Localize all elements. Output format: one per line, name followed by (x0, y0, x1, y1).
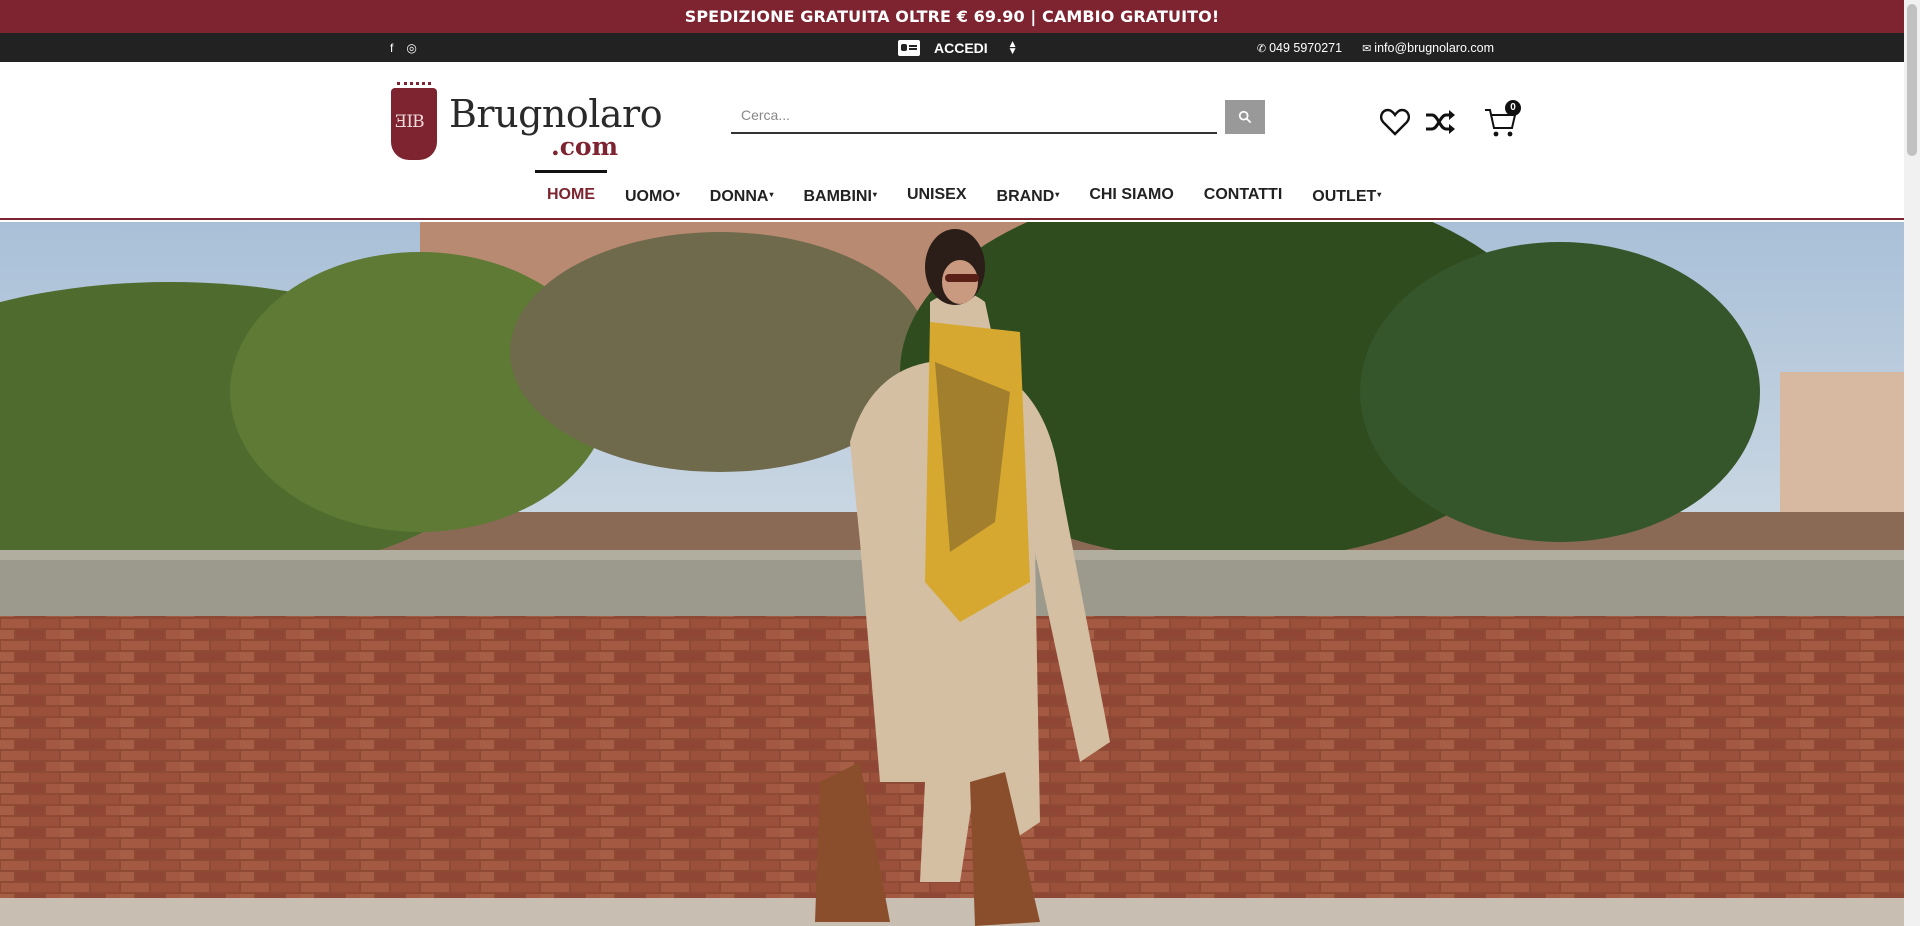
search-button[interactable] (1225, 100, 1265, 134)
hero-photo (0, 222, 1904, 926)
scrollbar-thumb[interactable] (1907, 4, 1917, 156)
brand-logo[interactable]: Brugnolaro .com (391, 82, 663, 162)
hero-image[interactable] (0, 222, 1904, 926)
nav-item-unisex[interactable]: UNISEX (895, 170, 979, 220)
nav-item-brand[interactable]: BRAND▾ (985, 170, 1072, 220)
nav-item-home[interactable]: HOME (535, 170, 607, 220)
nav-label: HOME (547, 186, 595, 203)
search-bar (731, 100, 1217, 134)
caret-down-icon: ▾ (769, 190, 774, 199)
facebook-icon[interactable]: f (390, 41, 393, 55)
caret-down-icon: ▾ (1377, 190, 1382, 199)
login-label[interactable]: ACCEDI (934, 40, 988, 56)
sort-arrows-icon: ▲ ▼ (1007, 38, 1018, 57)
caret-down-icon: ▾ (1055, 190, 1060, 199)
nav-label: UOMO (625, 188, 675, 205)
caret-down-icon: ▾ (872, 190, 877, 199)
shuffle-icon[interactable] (1424, 108, 1456, 136)
nav-item-bambini[interactable]: BAMBINI▾ (791, 170, 888, 220)
email-contact[interactable]: ✉ info@brugnolaro.com (1362, 41, 1494, 55)
nav-label: BAMBINI (803, 188, 872, 205)
phone-contact[interactable]: ✆ 049 5970271 (1257, 41, 1342, 55)
main-nav: HOME UOMO▾ DONNA▾ BAMBINI▾ UNISEX BRAND▾… (535, 170, 1399, 220)
cart-button[interactable]: 0 (1484, 100, 1521, 138)
promo-banner: SPEDIZIONE GRATUITA OLTRE € 69.90 | CAMB… (0, 0, 1904, 33)
header-actions: 0 (1380, 100, 1521, 138)
nav-label: CONTATTI (1203, 186, 1283, 203)
nav-item-chi-siamo[interactable]: CHI SIAMO (1077, 170, 1185, 220)
nav-label: UNISEX (906, 186, 967, 203)
cart-count-badge: 0 (1505, 100, 1521, 116)
logo-name: Brugnolaro (449, 92, 663, 136)
top-bar: f ◎ ACCEDI ▲ ▼ ✆ 049 5970271 ✉ info@brugnol… (0, 33, 1904, 62)
login-toggle[interactable]: ACCEDI ▲ ▼ (898, 33, 1018, 62)
caret-down-icon: ▾ (675, 190, 680, 199)
nav-item-uomo[interactable]: UOMO▾ (613, 170, 692, 220)
nav-item-donna[interactable]: DONNA▾ (698, 170, 786, 220)
email-address[interactable]: info@brugnolaro.com (1374, 41, 1494, 55)
search-input[interactable] (731, 100, 1217, 130)
heart-icon[interactable] (1380, 108, 1410, 136)
search-icon (1238, 110, 1252, 124)
envelope-icon: ✉ (1362, 42, 1372, 55)
instagram-icon[interactable]: ◎ (406, 41, 416, 55)
logo-shield (391, 88, 437, 160)
nav-item-outlet[interactable]: OUTLET▾ (1300, 170, 1393, 220)
nav-label: BRAND (996, 188, 1055, 205)
site-header: Brugnolaro .com 0 HOME UOMO▾ DONNA▾ BAMB… (0, 62, 1904, 220)
social-links: f ◎ (390, 33, 417, 62)
phone-icon: ✆ (1256, 42, 1267, 55)
nav-item-contatti[interactable]: CONTATTI (1192, 170, 1295, 220)
page-scrollbar[interactable] (1904, 0, 1920, 926)
phone-number[interactable]: 049 5970271 (1269, 41, 1342, 55)
nav-label: OUTLET (1312, 188, 1377, 205)
nav-label: DONNA (709, 188, 769, 205)
nav-label: CHI SIAMO (1089, 186, 1174, 203)
id-card-icon (898, 39, 920, 56)
logo-suffix: .com (551, 132, 619, 161)
contact-info: ✆ 049 5970271 ✉ info@brugnolaro.com (1257, 33, 1494, 62)
